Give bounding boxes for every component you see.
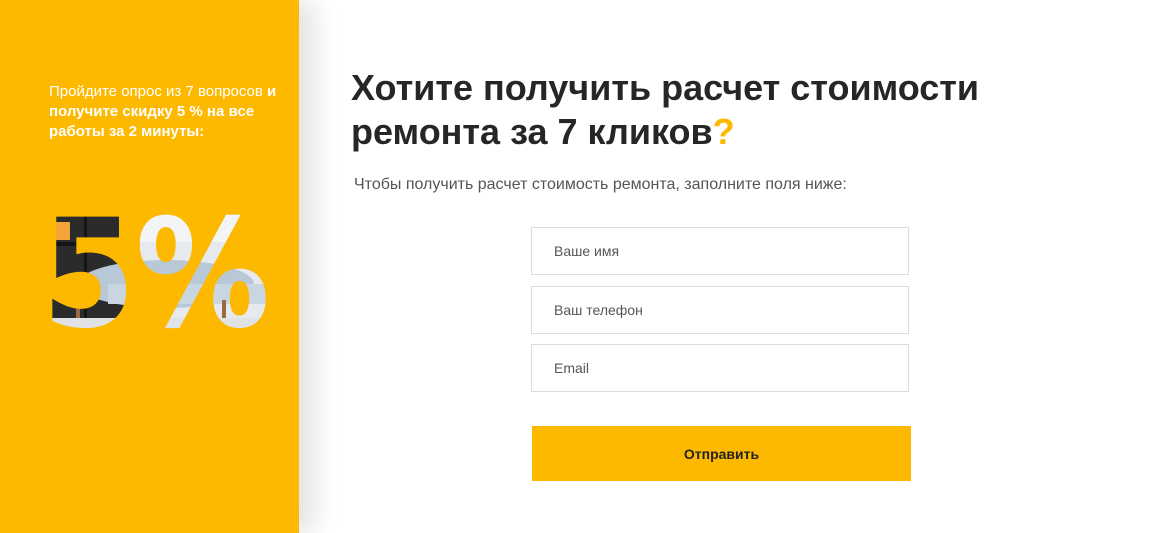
- page-title: Хотите получить расчет стоимости ремонта…: [351, 66, 1111, 154]
- quiz-page: Пройдите опрос из 7 вопросов и получите …: [0, 0, 1169, 533]
- quiz-form-section: Хотите получить расчет стоимости ремонта…: [299, 0, 1169, 533]
- name-field[interactable]: [531, 227, 909, 275]
- email-field[interactable]: [531, 344, 909, 392]
- title-question-mark: ?: [712, 111, 735, 152]
- submit-button[interactable]: Отправить: [532, 426, 911, 481]
- form-subtitle: Чтобы получить расчет стоимость ремонта,…: [354, 176, 847, 193]
- big-percent-text: 5%: [46, 206, 270, 332]
- promo-intro: Пройдите опрос из 7 вопросов: [49, 83, 263, 100]
- promo-sidebar: Пройдите опрос из 7 вопросов и получите …: [0, 0, 299, 533]
- five-percent-graphic: 5%: [46, 206, 270, 332]
- phone-field[interactable]: [531, 286, 909, 334]
- page-title-text: Хотите получить расчет стоимости ремонта…: [351, 67, 980, 152]
- promo-text: Пройдите опрос из 7 вопросов и получите …: [49, 82, 281, 142]
